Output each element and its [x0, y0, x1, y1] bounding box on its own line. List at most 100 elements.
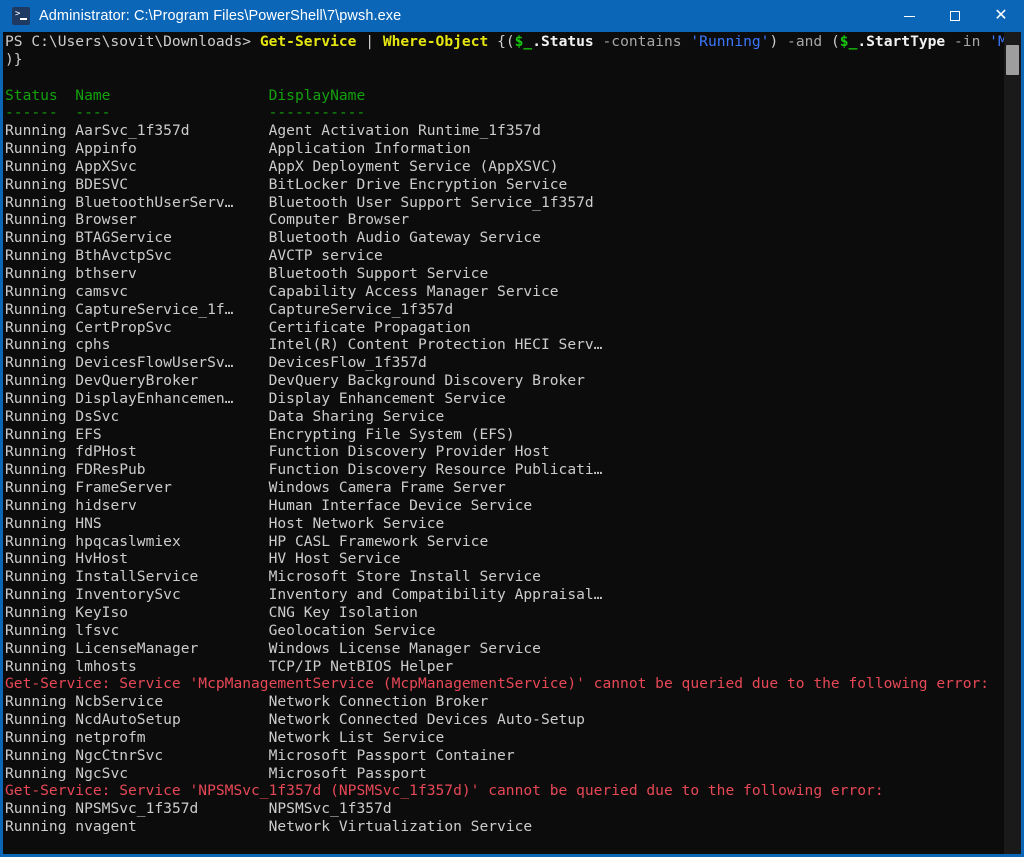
cell-status: Running: [5, 247, 76, 265]
cell-displayname: Intel(R) Content Protection HECI Serv…: [268, 336, 603, 354]
cell-displayname: TCP/IP NetBIOS Helper: [268, 657, 454, 675]
cell-status: Running: [5, 800, 76, 818]
maximize-icon: [950, 11, 960, 21]
terminal-output[interactable]: PS C:\Users\sovit\Downloads> Get-Service…: [3, 32, 1004, 854]
table-row: Running EFS Encrypting File System (EFS): [5, 426, 1004, 444]
cell-name: BluetoothUserServ…: [75, 193, 269, 211]
minimize-icon: [903, 15, 915, 17]
table-row: Running DevicesFlowUserSv… DevicesFlow_1…: [5, 354, 1004, 372]
cell-name: AarSvc_1f357d: [75, 122, 269, 140]
cell-status: Running: [5, 728, 76, 746]
cell-status: Running: [5, 514, 76, 532]
cell-name: hpqcaslwmiex: [75, 532, 269, 550]
table-row: Running KeyIso CNG Key Isolation: [5, 604, 1004, 622]
cell-displayname: BitLocker Drive Encryption Service: [268, 175, 568, 193]
cell-name: LicenseManager: [75, 639, 269, 657]
cell-status: Running: [5, 389, 76, 407]
cell-displayname: Network Connection Broker: [268, 693, 489, 711]
cell-name: Appinfo: [75, 140, 269, 158]
command-segment-14: 'Manual': [989, 33, 1004, 50]
cell-status: Running: [5, 318, 76, 336]
cell-status: Running: [5, 193, 76, 211]
cell-displayname: Data Sharing Service: [268, 407, 445, 425]
cell-name: fdPHost: [75, 443, 269, 461]
cell-displayname: HP CASL Framework Service: [268, 532, 489, 550]
cell-name: cphs: [75, 336, 269, 354]
cell-name: HNS: [75, 514, 269, 532]
cell-status: Running: [5, 818, 76, 836]
table-row: Running Appinfo Application Information: [5, 140, 1004, 158]
cell-name: CaptureService_1f…: [75, 300, 269, 318]
table-row: Running LicenseManager Windows License M…: [5, 640, 1004, 658]
prompt-line: PS C:\Users\sovit\Downloads> Get-Service…: [5, 33, 1004, 51]
cell-name: DisplayEnhancemen…: [75, 389, 269, 407]
command-segment-2: Where-Object: [382, 33, 498, 50]
cell-status: Running: [5, 657, 76, 675]
cell-name: InstallService: [75, 568, 269, 586]
table-row: Running NPSMSvc_1f357d NPSMSvc_1f357d: [5, 800, 1004, 818]
cell-displayname: Windows License Manager Service: [268, 639, 541, 657]
table-row: Running NcbService Network Connection Br…: [5, 693, 1004, 711]
table-row: Running CertPropSvc Certificate Propagat…: [5, 319, 1004, 337]
table-row: Running InventorySvc Inventory and Compa…: [5, 586, 1004, 604]
cell-name: bthserv: [75, 264, 269, 282]
table-row: Running BluetoothUserServ… Bluetooth Use…: [5, 194, 1004, 212]
cell-status: Running: [5, 354, 76, 372]
table-row: Running camsvc Capability Access Manager…: [5, 283, 1004, 301]
cell-name: InventorySvc: [75, 586, 269, 604]
rule-displayname: -----------: [268, 104, 366, 122]
cell-displayname: Microsoft Passport: [268, 764, 427, 782]
cell-status: Running: [5, 693, 76, 711]
cell-name: DsSvc: [75, 407, 269, 425]
close-button[interactable]: ✕: [978, 0, 1024, 32]
cell-displayname: Computer Browser: [268, 211, 410, 229]
cell-status: Running: [5, 764, 76, 782]
cell-name: CertPropSvc: [75, 318, 269, 336]
prompt-underscore-glyph: [20, 18, 27, 20]
command-segment-10: (: [830, 33, 840, 50]
cell-name: NgcCtnrSvc: [75, 746, 269, 764]
table-row: Running NgcSvc Microsoft Passport: [5, 765, 1004, 783]
minimize-button[interactable]: [886, 0, 932, 32]
cell-status: Running: [5, 372, 76, 390]
cell-displayname: Function Discovery Resource Publicati…: [268, 461, 603, 479]
cell-name: hidserv: [75, 496, 269, 514]
cell-name: Browser: [75, 211, 269, 229]
table-row: Running netprofm Network List Service: [5, 729, 1004, 747]
table-row: Running hpqcaslwmiex HP CASL Framework S…: [5, 533, 1004, 551]
cell-displayname: Network Connected Devices Auto-Setup: [268, 711, 585, 729]
command-segment-5: .Status: [532, 33, 603, 50]
terminal-scrollbar-thumb[interactable]: [1006, 45, 1019, 75]
cell-name: KeyIso: [75, 604, 269, 621]
header-name: Name: [75, 86, 269, 104]
cell-status: Running: [5, 157, 76, 175]
cell-displayname: Geolocation Service: [268, 621, 436, 639]
cell-status: Running: [5, 621, 76, 639]
command-segment-1: |: [365, 33, 383, 50]
prompt-continuation: )}: [5, 50, 23, 68]
cell-status: Running: [5, 604, 76, 621]
header-displayname: DisplayName: [268, 86, 366, 104]
table-row: Running DisplayEnhancemen… Display Enhan…: [5, 390, 1004, 408]
powershell-window: > Administrator: C:\Program Files\PowerS…: [0, 0, 1024, 857]
cell-name: AppXSvc: [75, 157, 269, 175]
command-segment-12: .StartType: [857, 33, 955, 50]
cell-displayname: Microsoft Store Install Service: [268, 568, 541, 586]
cell-name: nvagent: [75, 818, 269, 836]
title-bar[interactable]: > Administrator: C:\Program Files\PowerS…: [0, 0, 1024, 32]
table-row: Running hidserv Human Interface Device S…: [5, 497, 1004, 515]
table-row: Running HNS Host Network Service: [5, 515, 1004, 533]
cell-displayname: Inventory and Compatibility Appraisal…: [268, 586, 603, 604]
error-line: Get-Service: Service 'NPSMSvc_1f357d (NP…: [5, 782, 1004, 800]
cell-displayname: CaptureService_1f357d: [268, 300, 454, 318]
terminal-scrollbar[interactable]: [1004, 32, 1021, 854]
cell-name: FDResPub: [75, 461, 269, 479]
table-rule-row: ------ ---- -----------: [5, 104, 1004, 122]
cell-name: FrameServer: [75, 479, 269, 497]
cell-name: camsvc: [75, 282, 269, 300]
maximize-button[interactable]: [932, 0, 978, 32]
window-title: Administrator: C:\Program Files\PowerShe…: [39, 8, 402, 24]
cell-name: HvHost: [75, 550, 269, 568]
terminal-body[interactable]: PS C:\Users\sovit\Downloads> Get-Service…: [3, 32, 1021, 854]
